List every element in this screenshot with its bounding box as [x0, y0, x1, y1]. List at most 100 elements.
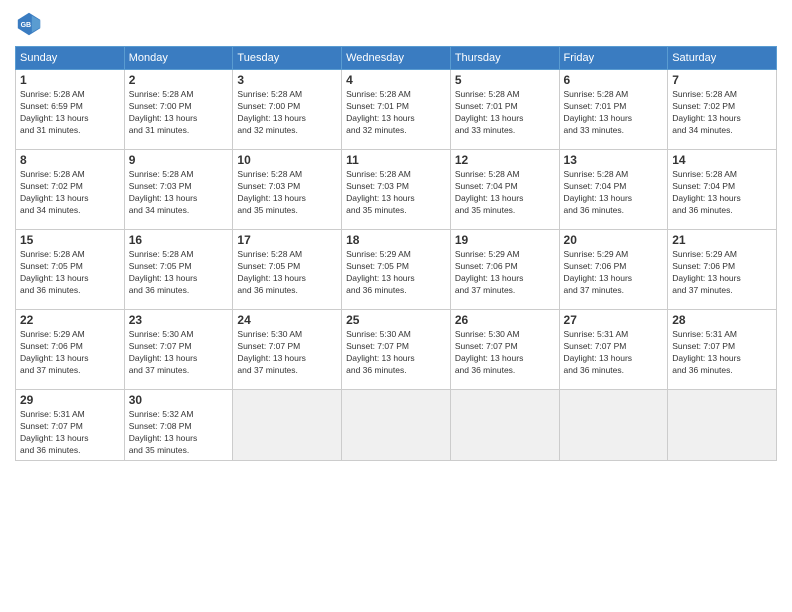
day-number: 4: [346, 73, 446, 87]
day-info: Sunrise: 5:28 AMSunset: 7:04 PMDaylight:…: [455, 169, 555, 217]
empty-cell: [233, 390, 342, 461]
calendar-container: GB SundayMondayTuesdayWednesdayThursdayF…: [0, 0, 792, 471]
day-info: Sunrise: 5:28 AMSunset: 7:03 PMDaylight:…: [237, 169, 337, 217]
weekday-saturday: Saturday: [668, 47, 777, 70]
day-number: 13: [564, 153, 664, 167]
day-number: 27: [564, 313, 664, 327]
day-number: 18: [346, 233, 446, 247]
calendar-day-9: 9 Sunrise: 5:28 AMSunset: 7:03 PMDaylight…: [124, 150, 233, 230]
day-info: Sunrise: 5:28 AMSunset: 7:02 PMDaylight:…: [20, 169, 120, 217]
calendar-day-1: 1 Sunrise: 5:28 AMSunset: 6:59 PMDaylight…: [16, 70, 125, 150]
day-number: 14: [672, 153, 772, 167]
day-number: 26: [455, 313, 555, 327]
day-number: 20: [564, 233, 664, 247]
svg-text:GB: GB: [21, 22, 32, 29]
day-number: 17: [237, 233, 337, 247]
calendar-day-2: 2Sunrise: 5:28 AMSunset: 7:00 PMDaylight…: [124, 70, 233, 150]
day-info: Sunrise: 5:28 AMSunset: 7:05 PMDaylight:…: [237, 249, 337, 297]
day-info: Sunrise: 5:29 AMSunset: 7:06 PMDaylight:…: [455, 249, 555, 297]
day-info: Sunrise: 5:28 AMSunset: 7:03 PMDaylight:…: [129, 169, 229, 217]
day-info: Sunrise: 5:29 AMSunset: 7:06 PMDaylight:…: [20, 329, 120, 377]
header: GB: [15, 10, 777, 38]
calendar-day-23: 23 Sunrise: 5:30 AMSunset: 7:07 PMDayligh…: [124, 310, 233, 390]
day-number: 10: [237, 153, 337, 167]
day-number: 9: [129, 153, 229, 167]
day-info: Sunrise: 5:29 AMSunset: 7:06 PMDaylight:…: [672, 249, 772, 297]
day-info: Sunrise: 5:28 AMSunset: 7:01 PMDaylight:…: [564, 89, 664, 137]
day-number: 12: [455, 153, 555, 167]
day-number: 15: [20, 233, 120, 247]
day-info: Sunrise: 5:30 AMSunset: 7:07 PMDaylight:…: [346, 329, 446, 377]
day-number: 30: [129, 393, 229, 407]
day-info: Sunrise: 5:31 AMSunset: 7:07 PMDaylight:…: [672, 329, 772, 377]
calendar-day-6: 6 Sunrise: 5:28 AMSunset: 7:01 PMDaylight…: [559, 70, 668, 150]
calendar-day-28: 28 Sunrise: 5:31 AMSunset: 7:07 PMDayligh…: [668, 310, 777, 390]
day-info: Sunrise: 5:28 AMSunset: 7:00 PMDaylight:…: [237, 89, 337, 137]
calendar-day-26: 26 Sunrise: 5:30 AMSunset: 7:07 PMDayligh…: [450, 310, 559, 390]
calendar-week-3: 15 Sunrise: 5:28 AMSunset: 7:05 PMDayligh…: [16, 230, 777, 310]
day-number: 19: [455, 233, 555, 247]
calendar-day-24: 24Sunrise: 5:30 AMSunset: 7:07 PMDayligh…: [233, 310, 342, 390]
day-info: Sunrise: 5:28 AMSunset: 7:04 PMDaylight:…: [564, 169, 664, 217]
calendar-day-12: 12 Sunrise: 5:28 AMSunset: 7:04 PMDayligh…: [450, 150, 559, 230]
day-info: Sunrise: 5:31 AMSunset: 7:07 PMDaylight:…: [20, 409, 120, 457]
day-number: 22: [20, 313, 120, 327]
weekday-monday: Monday: [124, 47, 233, 70]
day-info: Sunrise: 5:28 AMSunset: 7:02 PMDaylight:…: [672, 89, 772, 137]
logo: GB: [15, 10, 47, 38]
calendar-week-5: 29 Sunrise: 5:31 AMSunset: 7:07 PMDayligh…: [16, 390, 777, 461]
calendar-table: SundayMondayTuesdayWednesdayThursdayFrid…: [15, 46, 777, 461]
day-number: 8: [20, 153, 120, 167]
day-info: Sunrise: 5:31 AMSunset: 7:07 PMDaylight:…: [564, 329, 664, 377]
empty-cell: [559, 390, 668, 461]
day-info: Sunrise: 5:28 AMSunset: 6:59 PMDaylight:…: [20, 89, 120, 137]
day-number: 6: [564, 73, 664, 87]
calendar-day-16: 16 Sunrise: 5:28 AMSunset: 7:05 PMDayligh…: [124, 230, 233, 310]
day-info: Sunrise: 5:28 AMSunset: 7:05 PMDaylight:…: [20, 249, 120, 297]
calendar-day-17: 17 Sunrise: 5:28 AMSunset: 7:05 PMDayligh…: [233, 230, 342, 310]
day-number: 29: [20, 393, 120, 407]
calendar-day-20: 20 Sunrise: 5:29 AMSunset: 7:06 PMDayligh…: [559, 230, 668, 310]
weekday-tuesday: Tuesday: [233, 47, 342, 70]
day-number: 1: [20, 73, 120, 87]
calendar-day-8: 8 Sunrise: 5:28 AMSunset: 7:02 PMDaylight…: [16, 150, 125, 230]
day-info: Sunrise: 5:30 AMSunset: 7:07 PMDaylight:…: [455, 329, 555, 377]
empty-cell: [450, 390, 559, 461]
day-info: Sunrise: 5:28 AMSunset: 7:04 PMDaylight:…: [672, 169, 772, 217]
calendar-day-22: 22 Sunrise: 5:29 AMSunset: 7:06 PMDayligh…: [16, 310, 125, 390]
calendar-day-13: 13 Sunrise: 5:28 AMSunset: 7:04 PMDayligh…: [559, 150, 668, 230]
calendar-day-25: 25 Sunrise: 5:30 AMSunset: 7:07 PMDayligh…: [342, 310, 451, 390]
weekday-sunday: Sunday: [16, 47, 125, 70]
logo-icon: GB: [15, 10, 43, 38]
calendar-day-10: 10 Sunrise: 5:28 AMSunset: 7:03 PMDayligh…: [233, 150, 342, 230]
calendar-day-29: 29 Sunrise: 5:31 AMSunset: 7:07 PMDayligh…: [16, 390, 125, 461]
calendar-week-1: 1 Sunrise: 5:28 AMSunset: 6:59 PMDaylight…: [16, 70, 777, 150]
calendar-day-15: 15 Sunrise: 5:28 AMSunset: 7:05 PMDayligh…: [16, 230, 125, 310]
calendar-day-21: 21Sunrise: 5:29 AMSunset: 7:06 PMDayligh…: [668, 230, 777, 310]
day-info: Sunrise: 5:28 AMSunset: 7:01 PMDaylight:…: [455, 89, 555, 137]
calendar-week-2: 8 Sunrise: 5:28 AMSunset: 7:02 PMDaylight…: [16, 150, 777, 230]
empty-cell: [668, 390, 777, 461]
calendar-day-5: 5 Sunrise: 5:28 AMSunset: 7:01 PMDaylight…: [450, 70, 559, 150]
day-info: Sunrise: 5:32 AMSunset: 7:08 PMDaylight:…: [129, 409, 229, 457]
calendar-day-27: 27 Sunrise: 5:31 AMSunset: 7:07 PMDayligh…: [559, 310, 668, 390]
day-info: Sunrise: 5:29 AMSunset: 7:05 PMDaylight:…: [346, 249, 446, 297]
day-number: 23: [129, 313, 229, 327]
day-info: Sunrise: 5:28 AMSunset: 7:00 PMDaylight:…: [129, 89, 229, 137]
day-info: Sunrise: 5:28 AMSunset: 7:05 PMDaylight:…: [129, 249, 229, 297]
day-number: 25: [346, 313, 446, 327]
calendar-day-14: 14 Sunrise: 5:28 AMSunset: 7:04 PMDayligh…: [668, 150, 777, 230]
weekday-header-row: SundayMondayTuesdayWednesdayThursdayFrid…: [16, 47, 777, 70]
weekday-friday: Friday: [559, 47, 668, 70]
calendar-week-4: 22 Sunrise: 5:29 AMSunset: 7:06 PMDayligh…: [16, 310, 777, 390]
calendar-day-30: 30 Sunrise: 5:32 AMSunset: 7:08 PMDayligh…: [124, 390, 233, 461]
calendar-day-7: 7Sunrise: 5:28 AMSunset: 7:02 PMDaylight…: [668, 70, 777, 150]
day-number: 5: [455, 73, 555, 87]
calendar-day-11: 11Sunrise: 5:28 AMSunset: 7:03 PMDayligh…: [342, 150, 451, 230]
day-info: Sunrise: 5:30 AMSunset: 7:07 PMDaylight:…: [129, 329, 229, 377]
day-number: 3: [237, 73, 337, 87]
weekday-wednesday: Wednesday: [342, 47, 451, 70]
day-number: 16: [129, 233, 229, 247]
day-info: Sunrise: 5:29 AMSunset: 7:06 PMDaylight:…: [564, 249, 664, 297]
day-number: 28: [672, 313, 772, 327]
